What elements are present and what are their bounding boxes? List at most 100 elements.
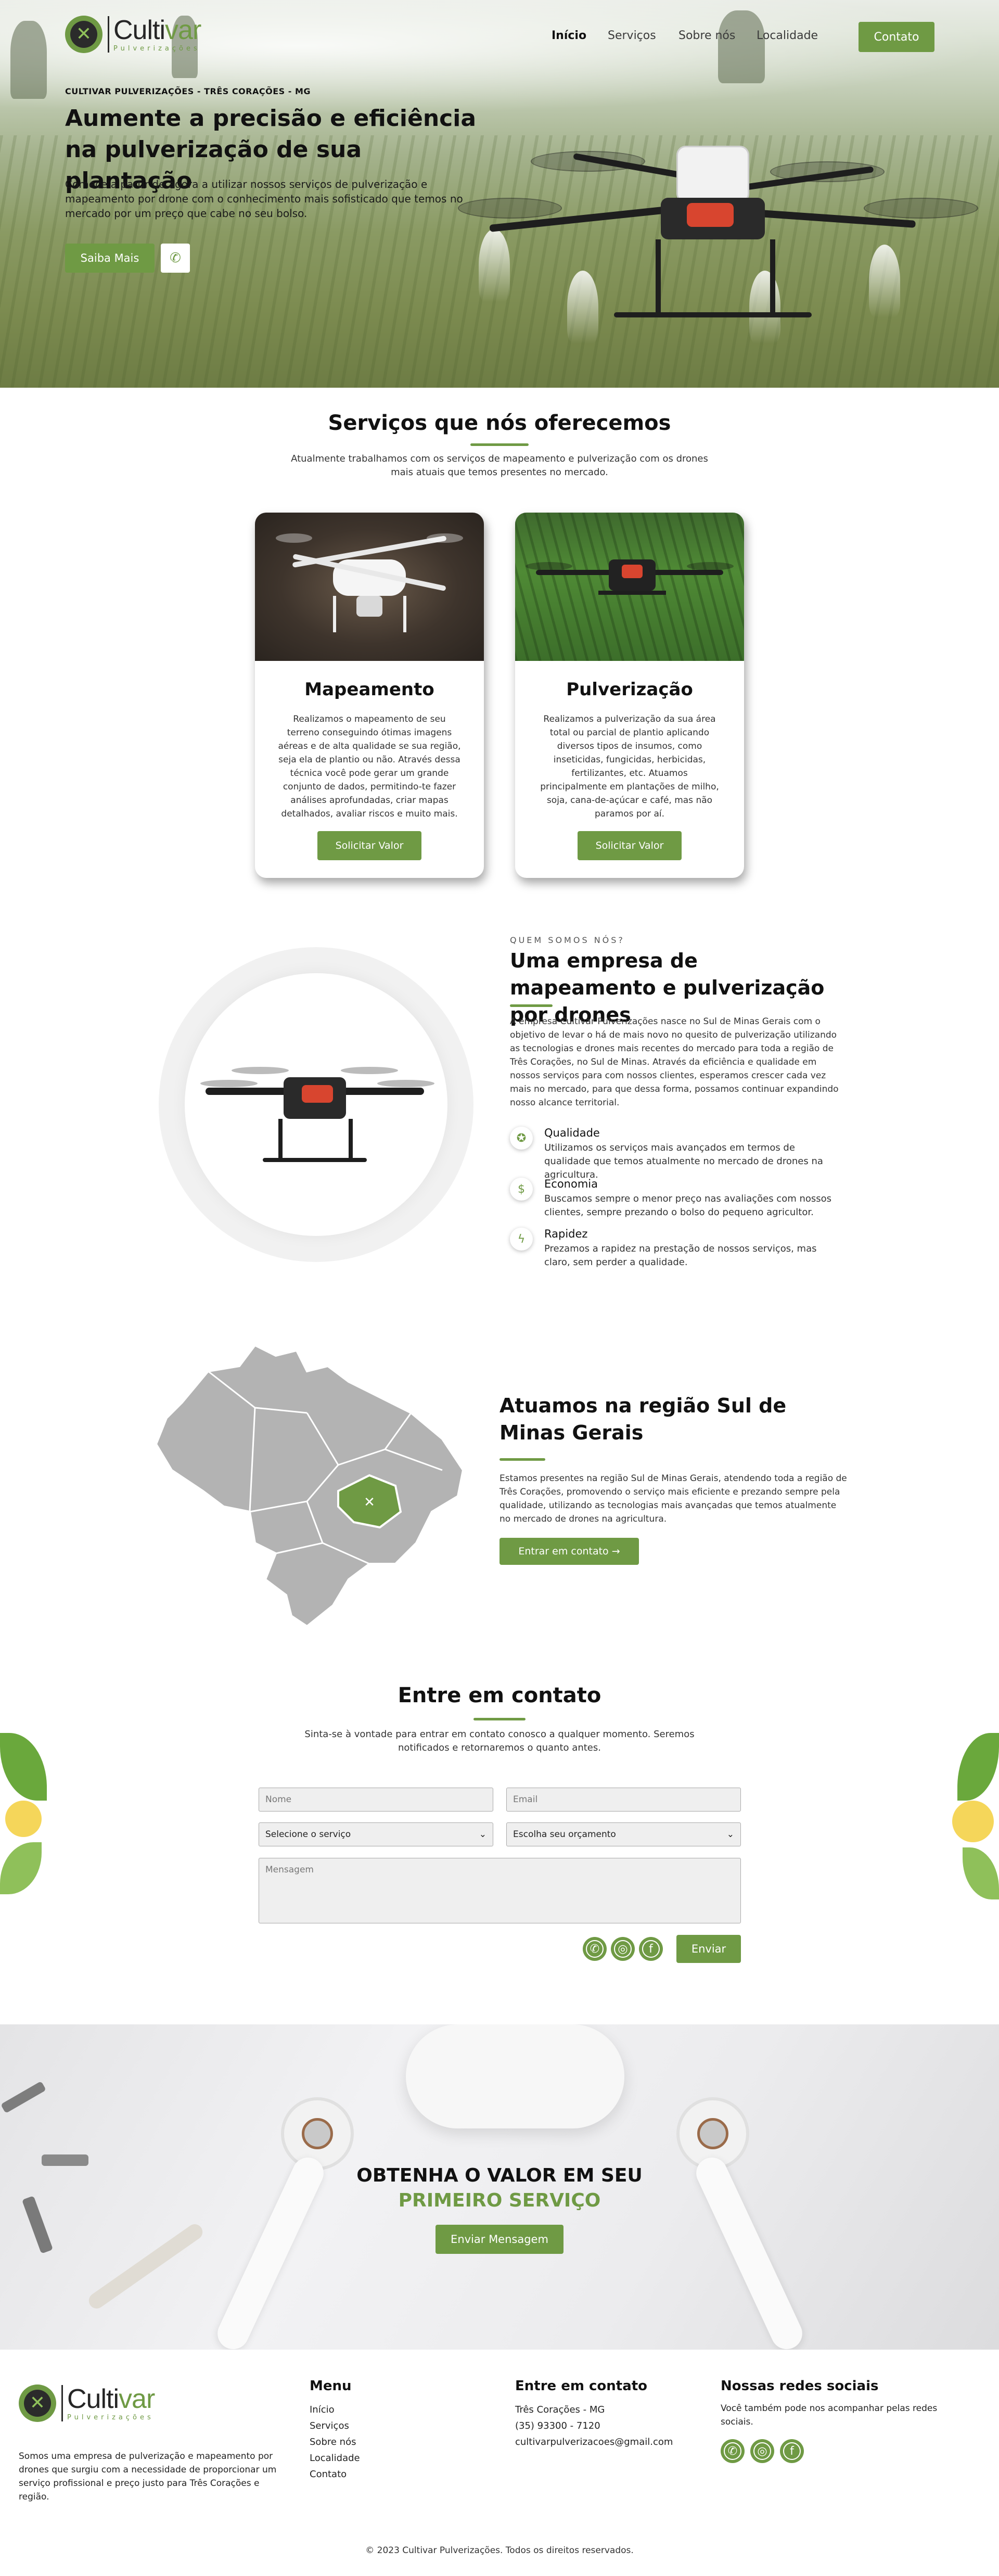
background-tree xyxy=(10,21,47,99)
about-kicker: QUEM SOMOS NÓS? xyxy=(510,935,625,945)
flower-decoration-left xyxy=(0,1723,57,1899)
whatsapp-icon[interactable]: ✆ xyxy=(583,1937,607,1961)
about-description: A empresa Cultivar Pulverizações nasce n… xyxy=(510,1016,839,1108)
agricultural-drone-image xyxy=(458,141,989,349)
feature-economia: $ Economia Buscamos sempre o menor preço… xyxy=(510,1178,843,1219)
footer: Cultivar Pulverizações Somos uma empresa… xyxy=(0,2350,999,2576)
contact-button[interactable]: Contato xyxy=(859,22,934,52)
contact-subtitle: Sinta-se à vontade para entrar em contat… xyxy=(304,1729,695,1753)
instagram-icon[interactable]: ◎ xyxy=(750,2439,774,2463)
feature-qualidade: ✪ Qualidade Utilizamos os serviços mais … xyxy=(510,1127,843,1182)
instagram-icon[interactable]: ◎ xyxy=(611,1937,635,1961)
cta-banner: OBTENHA O VALOR EM SEU PRIMEIRO SERVIÇO … xyxy=(0,2024,999,2350)
footer-contact-info: Três Corações - MG (35) 93300 - 7120 cul… xyxy=(515,2402,673,2450)
brazil-map: ✕ xyxy=(155,1344,465,1628)
contact-section: Entre em contato Sinta-se à vontade para… xyxy=(0,1650,999,2024)
footer-about: Somos uma empresa de pulverização e mape… xyxy=(19,2451,277,2502)
brand-tagline: Pulverizações xyxy=(67,2413,154,2421)
drone-logo-icon xyxy=(19,2384,56,2422)
footer-link-inicio[interactable]: Início xyxy=(310,2402,360,2418)
brand-name: Cultivar xyxy=(113,15,201,45)
service-select[interactable]: Selecione o serviço ⌄ xyxy=(259,1822,493,1846)
nav-servicos[interactable]: Serviços xyxy=(608,29,678,42)
budget-select-value: Escolha seu orçamento xyxy=(513,1829,616,1840)
main-nav: Início Serviços Sobre nós Localidade xyxy=(552,29,829,42)
services-title: Serviços que nós oferecemos xyxy=(328,411,671,435)
feature-title: Qualidade xyxy=(544,1127,600,1139)
footer-social-text: Você também pode nos acompanhar pelas re… xyxy=(721,2403,938,2427)
facebook-icon[interactable]: f xyxy=(780,2439,804,2463)
request-quote-button[interactable]: Solicitar Valor xyxy=(578,831,682,860)
footer-social-title: Nossas redes sociais xyxy=(721,2378,879,2394)
footer-logo[interactable]: Cultivar Pulverizações xyxy=(19,2384,155,2422)
request-quote-button[interactable]: Solicitar Valor xyxy=(317,831,421,860)
tool-decoration xyxy=(1,2081,46,2114)
copyright: © 2023 Cultivar Pulverizações. Todos os … xyxy=(365,2545,634,2556)
flower-decoration-right xyxy=(947,1723,999,1899)
about-image-circle xyxy=(185,973,447,1236)
footer-menu-title: Menu xyxy=(310,2378,352,2394)
service-card-text: Realizamos o mapeamento de seu terreno c… xyxy=(278,714,461,819)
region-description: Estamos presentes na região Sul de Minas… xyxy=(499,1473,847,1524)
footer-phone[interactable]: (35) 93300 - 7120 xyxy=(515,2418,673,2434)
name-input[interactable]: Nome xyxy=(259,1788,493,1812)
service-select-value: Selecione o serviço xyxy=(265,1829,351,1840)
region-contact-button[interactable]: Entrar em contato → xyxy=(499,1538,639,1565)
send-button[interactable]: Enviar xyxy=(676,1935,741,1963)
facebook-icon[interactable]: f xyxy=(639,1937,663,1961)
drone-marker-icon: ✕ xyxy=(364,1495,375,1510)
money-icon: $ xyxy=(510,1178,533,1201)
feature-text: Buscamos sempre o menor preço nas avalia… xyxy=(544,1193,832,1218)
tool-decoration xyxy=(42,2154,88,2166)
message-textarea[interactable]: Mensagem xyxy=(259,1858,741,1923)
brand-tagline: Pulverizações xyxy=(113,44,200,53)
services-title-underline xyxy=(470,443,529,446)
services-subtitle: Atualmente trabalhamos com os serviços d… xyxy=(291,453,708,478)
footer-link-contato[interactable]: Contato xyxy=(310,2466,360,2482)
contact-title: Entre em contato xyxy=(398,1684,601,1707)
service-card-mapeamento: Mapeamento Realizamos o mapeamento de se… xyxy=(255,513,484,878)
drone-logo-icon xyxy=(65,16,103,53)
contact-title-underline xyxy=(473,1718,526,1720)
brand-logo[interactable]: Cultivar Pulverizações xyxy=(65,16,201,53)
feature-title: Economia xyxy=(544,1178,598,1190)
footer-contact-title: Entre em contato xyxy=(515,2378,648,2394)
about-section: QUEM SOMOS NÓS? Uma empresa de mapeament… xyxy=(0,903,999,1306)
region-section: ✕ Atuamos na região Sul de Minas Gerais … xyxy=(0,1306,999,1650)
footer-menu: Início Serviços Sobre nós Localidade Con… xyxy=(310,2402,360,2482)
nav-sobre-nos[interactable]: Sobre nós xyxy=(678,29,757,42)
service-card-title: Mapeamento xyxy=(304,679,434,700)
send-message-button[interactable]: Enviar Mensagem xyxy=(436,2225,563,2254)
hero-kicker: CULTIVAR PULVERIZAÇÕES - TRÊS CORAÇÕES -… xyxy=(65,86,311,96)
nav-localidade[interactable]: Localidade xyxy=(757,29,829,42)
about-title-underline xyxy=(510,1004,553,1007)
feature-text: Prezamos a rapidez na prestação de nosso… xyxy=(544,1243,817,1268)
budget-select[interactable]: Escolha seu orçamento ⌄ xyxy=(506,1822,741,1846)
nav-inicio[interactable]: Início xyxy=(552,29,608,42)
brazil-states xyxy=(155,1344,465,1628)
footer-link-sobre-nos[interactable]: Sobre nós xyxy=(310,2434,360,2450)
region-title-underline xyxy=(499,1458,545,1461)
whatsapp-icon: ✆ xyxy=(170,250,181,266)
tool-decoration xyxy=(85,2221,206,2312)
hero-section: Cultivar Pulverizações Início Serviços S… xyxy=(0,0,999,388)
background-tree xyxy=(718,10,765,83)
region-title: Atuamos na região Sul de Minas Gerais xyxy=(499,1394,787,1444)
services-section: Serviços que nós oferecemos Atualmente t… xyxy=(0,388,999,903)
service-card-text: Realizamos a pulverização da sua área to… xyxy=(540,714,719,819)
feature-rapidez: ϟ Rapidez Prezamos a rapidez na prestaçã… xyxy=(510,1228,843,1269)
saiba-mais-button[interactable]: Saiba Mais xyxy=(65,244,155,273)
footer-link-servicos[interactable]: Serviços xyxy=(310,2418,360,2434)
quality-badge-icon: ✪ xyxy=(510,1127,533,1150)
service-card-pulverizacao: Pulverização Realizamos a pulverização d… xyxy=(515,513,744,878)
email-input[interactable]: Email xyxy=(506,1788,741,1812)
footer-location: Três Corações - MG xyxy=(515,2404,605,2415)
footer-email[interactable]: cultivarpulverizacoes@gmail.com xyxy=(515,2434,673,2450)
feature-title: Rapidez xyxy=(544,1228,588,1240)
hero-whatsapp-button[interactable]: ✆ xyxy=(161,244,190,273)
whatsapp-icon[interactable]: ✆ xyxy=(721,2439,745,2463)
spraying-drone-photo xyxy=(515,513,744,661)
lightning-icon: ϟ xyxy=(510,1228,533,1251)
footer-link-localidade[interactable]: Localidade xyxy=(310,2450,360,2466)
mapping-drone-photo xyxy=(255,513,484,661)
